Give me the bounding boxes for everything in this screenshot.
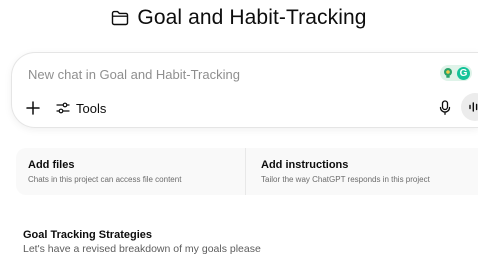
tools-label: Tools [76,100,107,116]
folder-icon [111,10,129,26]
voice-waveform-icon [468,101,478,113]
sliders-icon [56,101,70,115]
project-title: Goal and Habit-Tracking [137,6,367,29]
add-instructions-description: Tailor the way ChatGPT responds in this … [261,175,430,184]
add-instructions-title: Add instructions [261,159,349,171]
project-header: Goal and Habit-Tracking [0,6,478,30]
add-files-title: Add files [28,159,75,171]
grammarly-logo: G [457,66,470,80]
grammarly-widget[interactable]: G [440,65,472,81]
add-files-card[interactable]: Add files Chats in this project can acce… [16,148,245,195]
voice-mode-button[interactable] [461,93,478,121]
chat-composer: G Tools [11,52,478,128]
plus-icon[interactable] [24,99,42,117]
project-page: Goal and Habit-Tracking G [0,0,478,260]
composer-toolbar: Tools [24,93,478,121]
chat-snippet: Let's have a revised breakdown of my goa… [23,243,261,255]
tools-button[interactable]: Tools [56,101,106,116]
project-actions: Add files Chats in this project can acce… [16,148,478,195]
add-files-description: Chats in this project can access file co… [28,175,182,184]
new-chat-input[interactable] [28,67,408,82]
chat-title: Goal Tracking Strategies [23,229,152,241]
chat-list-item[interactable]: Goal Tracking Strategies Let's have a re… [23,229,261,256]
add-instructions-card[interactable]: Add instructions Tailor the way ChatGPT … [245,148,478,195]
lightbulb-icon [442,67,454,79]
microphone-icon[interactable] [437,99,453,117]
